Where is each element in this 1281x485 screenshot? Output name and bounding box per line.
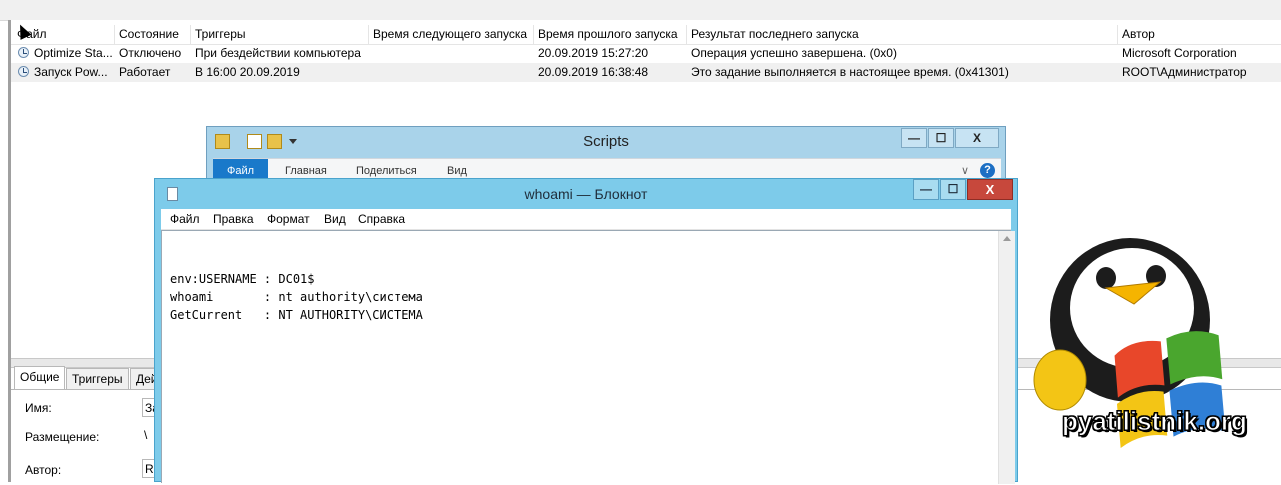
- task-last-run: 20.09.2019 15:27:20: [538, 46, 649, 60]
- column-header-last-result[interactable]: Результат последнего запуска: [687, 25, 1118, 44]
- column-header-triggers[interactable]: Триггеры: [191, 25, 369, 44]
- close-button[interactable]: X: [967, 179, 1013, 200]
- task-list-header: Файл Состояние Триггеры Время следующего…: [11, 25, 1281, 45]
- menu-view[interactable]: Вид: [324, 209, 346, 229]
- help-icon[interactable]: ?: [980, 163, 995, 178]
- column-header-last-run[interactable]: Время прошлого запуска: [534, 25, 687, 44]
- task-triggers: При бездействии компьютера: [195, 46, 361, 60]
- task-triggers: В 16:00 20.09.2019: [195, 65, 300, 79]
- table-row[interactable]: Optimize Sta... Отключено При бездействи…: [11, 44, 1281, 63]
- task-name: Запуск Pow...: [34, 65, 108, 79]
- scroll-up-icon[interactable]: [1003, 236, 1011, 241]
- minimize-button[interactable]: —: [901, 128, 927, 148]
- notepad-text-area[interactable]: env:USERNAME : DC01$ whoami : nt authorit…: [161, 230, 1015, 484]
- close-button[interactable]: X: [955, 128, 999, 148]
- prop-label-location: Размещение:: [25, 430, 100, 444]
- column-header-next-run[interactable]: Время следующего запуска: [369, 25, 534, 44]
- task-last-run: 20.09.2019 16:38:48: [538, 65, 649, 79]
- explorer-window: Scripts — ☐ X Файл Главная Поделиться Ви…: [206, 126, 1006, 186]
- task-author: Microsoft Corporation: [1122, 46, 1237, 60]
- text-line: GetCurrent : NT AUTHORITY\СИСТЕМА: [170, 308, 423, 322]
- column-header-author[interactable]: Автор: [1118, 25, 1281, 44]
- new-folder-icon[interactable]: [267, 134, 282, 149]
- menu-edit[interactable]: Правка: [213, 209, 254, 229]
- table-row[interactable]: Запуск Pow... Работает В 16:00 20.09.201…: [11, 63, 1281, 82]
- task-author: ROOT\Администратор: [1122, 65, 1247, 79]
- menu-file[interactable]: Файл: [170, 209, 200, 229]
- task-next-run: [369, 63, 534, 82]
- logo-text: pyatilistnik.org: [1062, 406, 1248, 437]
- text-line: whoami : nt authority\система: [170, 290, 423, 304]
- maximize-button[interactable]: ☐: [928, 128, 954, 148]
- notepad-title: whoami — Блокнот: [524, 186, 648, 202]
- prop-label-name: Имя:: [25, 401, 52, 415]
- task-state: Работает: [119, 65, 171, 79]
- penguin-logo-icon: [1033, 238, 1226, 448]
- maximize-button[interactable]: ☐: [940, 179, 966, 200]
- properties-icon[interactable]: [247, 134, 262, 149]
- task-last-result: Это задание выполняется в настоящее врем…: [691, 65, 1009, 79]
- top-toolbar-strip: [0, 0, 1281, 21]
- prop-label-author: Автор:: [25, 463, 62, 477]
- clock-icon: [18, 47, 29, 58]
- notepad-content: env:USERNAME : DC01$ whoami : nt authorit…: [170, 270, 423, 324]
- menu-help[interactable]: Справка: [358, 209, 405, 229]
- text-line: env:USERNAME : DC01$: [170, 272, 315, 286]
- menu-format[interactable]: Формат: [267, 209, 310, 229]
- tab-general[interactable]: Общие: [14, 366, 66, 389]
- column-header-state[interactable]: Состояние: [115, 25, 191, 44]
- task-next-run: [369, 44, 534, 63]
- folder-icon[interactable]: [215, 134, 230, 149]
- site-logo: pyatilistnik.org: [1020, 230, 1281, 482]
- notepad-window: whoami — Блокнот — ☐ X Файл Правка Форма…: [154, 178, 1018, 484]
- explorer-title: Scripts: [583, 133, 629, 150]
- notepad-menubar: Файл Правка Формат Вид Справка: [161, 209, 1011, 230]
- task-state: Отключено: [119, 46, 182, 60]
- minimize-button[interactable]: —: [913, 179, 939, 200]
- chevron-down-icon[interactable]: [289, 139, 297, 144]
- clock-icon: [18, 66, 29, 77]
- task-name: Optimize Sta...: [34, 46, 113, 60]
- task-last-result: Операция успешно завершена. (0x0): [691, 46, 897, 60]
- tab-triggers[interactable]: Триггеры: [66, 368, 129, 389]
- vertical-scrollbar[interactable]: [998, 231, 1015, 484]
